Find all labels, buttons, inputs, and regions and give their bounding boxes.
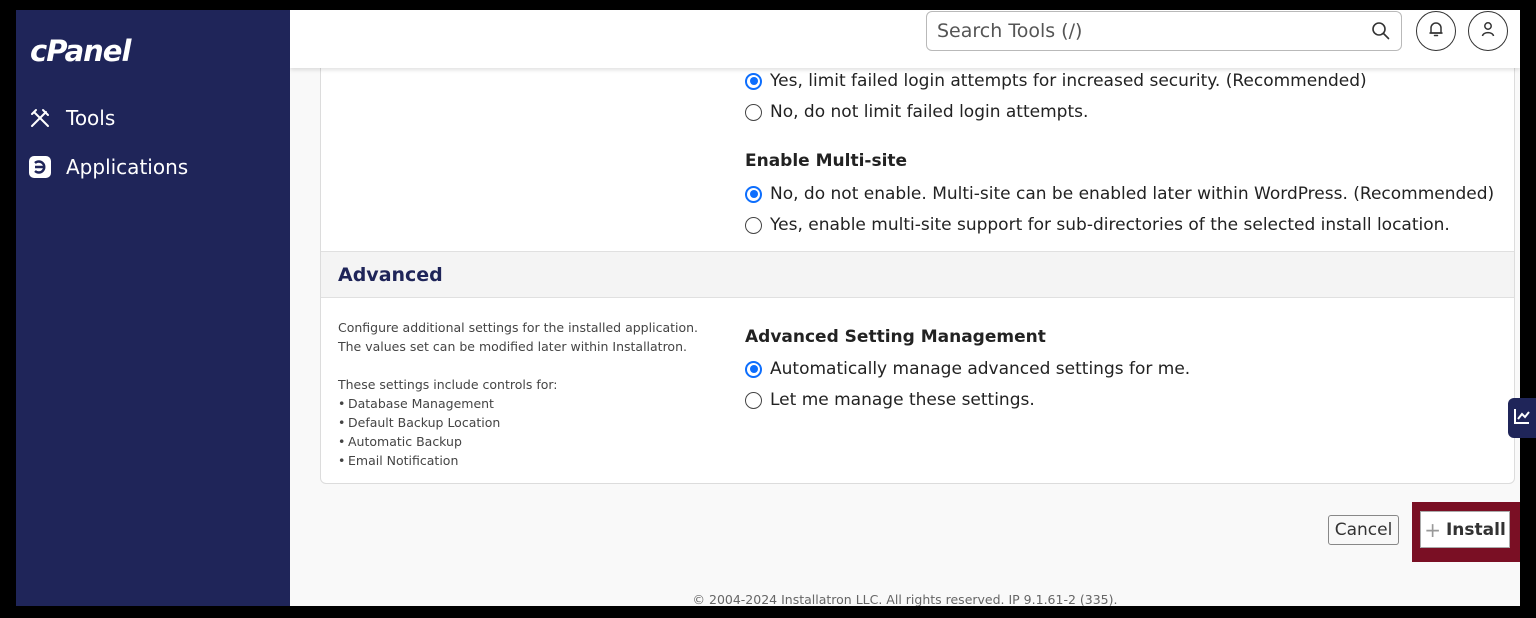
advanced-manual-option[interactable]: Let me manage these settings. bbox=[745, 390, 1035, 410]
plus-icon: + bbox=[1424, 517, 1441, 542]
sidebar: cPanel Tools Applications bbox=[16, 10, 290, 606]
sidebar-item-label: Applications bbox=[66, 155, 189, 179]
chart-icon bbox=[1513, 407, 1531, 430]
radio-selected[interactable] bbox=[745, 185, 762, 203]
advanced-section-header: Advanced bbox=[321, 251, 1514, 298]
tools-icon bbox=[28, 106, 52, 130]
list-item: Default Backup Location bbox=[338, 413, 718, 432]
advanced-section-title: Advanced bbox=[338, 264, 443, 286]
option-label: No, do not enable. Multi-site can be ena… bbox=[770, 184, 1495, 204]
radio-unselected[interactable] bbox=[745, 391, 762, 409]
advanced-description-line: Configure additional settings for the in… bbox=[338, 320, 699, 335]
advanced-description: Configure additional settings for the in… bbox=[338, 318, 718, 470]
login-limit-no-option[interactable]: No, do not limit failed login attempts. bbox=[745, 102, 1088, 122]
advanced-description-line: These settings include controls for: bbox=[338, 377, 558, 392]
cancel-button[interactable]: Cancel bbox=[1328, 515, 1399, 545]
advanced-auto-option[interactable]: Automatically manage advanced settings f… bbox=[745, 359, 1190, 379]
main-content: Yes, limit failed login attempts for inc… bbox=[290, 10, 1520, 606]
advanced-setting-title: Advanced Setting Management bbox=[745, 327, 1046, 347]
search-icon[interactable] bbox=[1371, 21, 1391, 41]
option-label: No, do not limit failed login attempts. bbox=[770, 102, 1089, 122]
multisite-title: Enable Multi-site bbox=[745, 151, 908, 171]
search-box[interactable] bbox=[926, 11, 1402, 51]
bell-icon bbox=[1427, 20, 1445, 43]
option-label: Let me manage these settings. bbox=[770, 390, 1035, 410]
search-input[interactable] bbox=[937, 18, 1357, 44]
login-limit-yes-option[interactable]: Yes, limit failed login attempts for inc… bbox=[745, 71, 1367, 91]
option-label: Yes, enable multi-site support for sub-d… bbox=[770, 215, 1450, 235]
radio-selected[interactable] bbox=[745, 360, 762, 378]
advanced-description-line: The values set can be modified later wit… bbox=[338, 339, 687, 354]
radio-selected[interactable] bbox=[745, 72, 762, 90]
multisite-yes-option[interactable]: Yes, enable multi-site support for sub-d… bbox=[745, 215, 1450, 235]
radio-unselected[interactable] bbox=[745, 103, 762, 121]
multisite-no-option[interactable]: No, do not enable. Multi-site can be ena… bbox=[745, 184, 1494, 204]
install-button-label: Install bbox=[1445, 519, 1506, 540]
sidebar-item-tools[interactable]: Tools bbox=[28, 106, 115, 130]
advanced-controls-list: Database Management Default Backup Locat… bbox=[338, 394, 718, 470]
top-header bbox=[290, 10, 1520, 68]
feedback-widget[interactable] bbox=[1508, 398, 1536, 438]
user-icon bbox=[1479, 20, 1497, 43]
sidebar-item-label: Tools bbox=[66, 106, 116, 130]
option-label: Automatically manage advanced settings f… bbox=[770, 359, 1191, 379]
copyright-text: © 2004-2024 Installatron LLC. All rights… bbox=[692, 592, 1118, 606]
list-item: Database Management bbox=[338, 394, 718, 413]
settings-card: Yes, limit failed login attempts for inc… bbox=[320, 10, 1515, 484]
notifications-button[interactable] bbox=[1416, 11, 1456, 51]
user-menu-button[interactable] bbox=[1468, 11, 1508, 51]
applications-icon bbox=[28, 155, 52, 179]
sidebar-item-applications[interactable]: Applications bbox=[28, 155, 188, 179]
radio-unselected[interactable] bbox=[745, 216, 762, 234]
cpanel-logo[interactable]: cPanel bbox=[30, 34, 131, 68]
option-label: Yes, limit failed login attempts for inc… bbox=[770, 71, 1367, 91]
screen-frame: cPanel Tools Applications Yes, limit fai… bbox=[0, 0, 1536, 618]
install-highlight: + Install bbox=[1412, 502, 1520, 562]
list-item: Automatic Backup bbox=[338, 432, 718, 451]
list-item: Email Notification bbox=[338, 451, 718, 470]
install-button[interactable]: + Install bbox=[1420, 511, 1510, 548]
